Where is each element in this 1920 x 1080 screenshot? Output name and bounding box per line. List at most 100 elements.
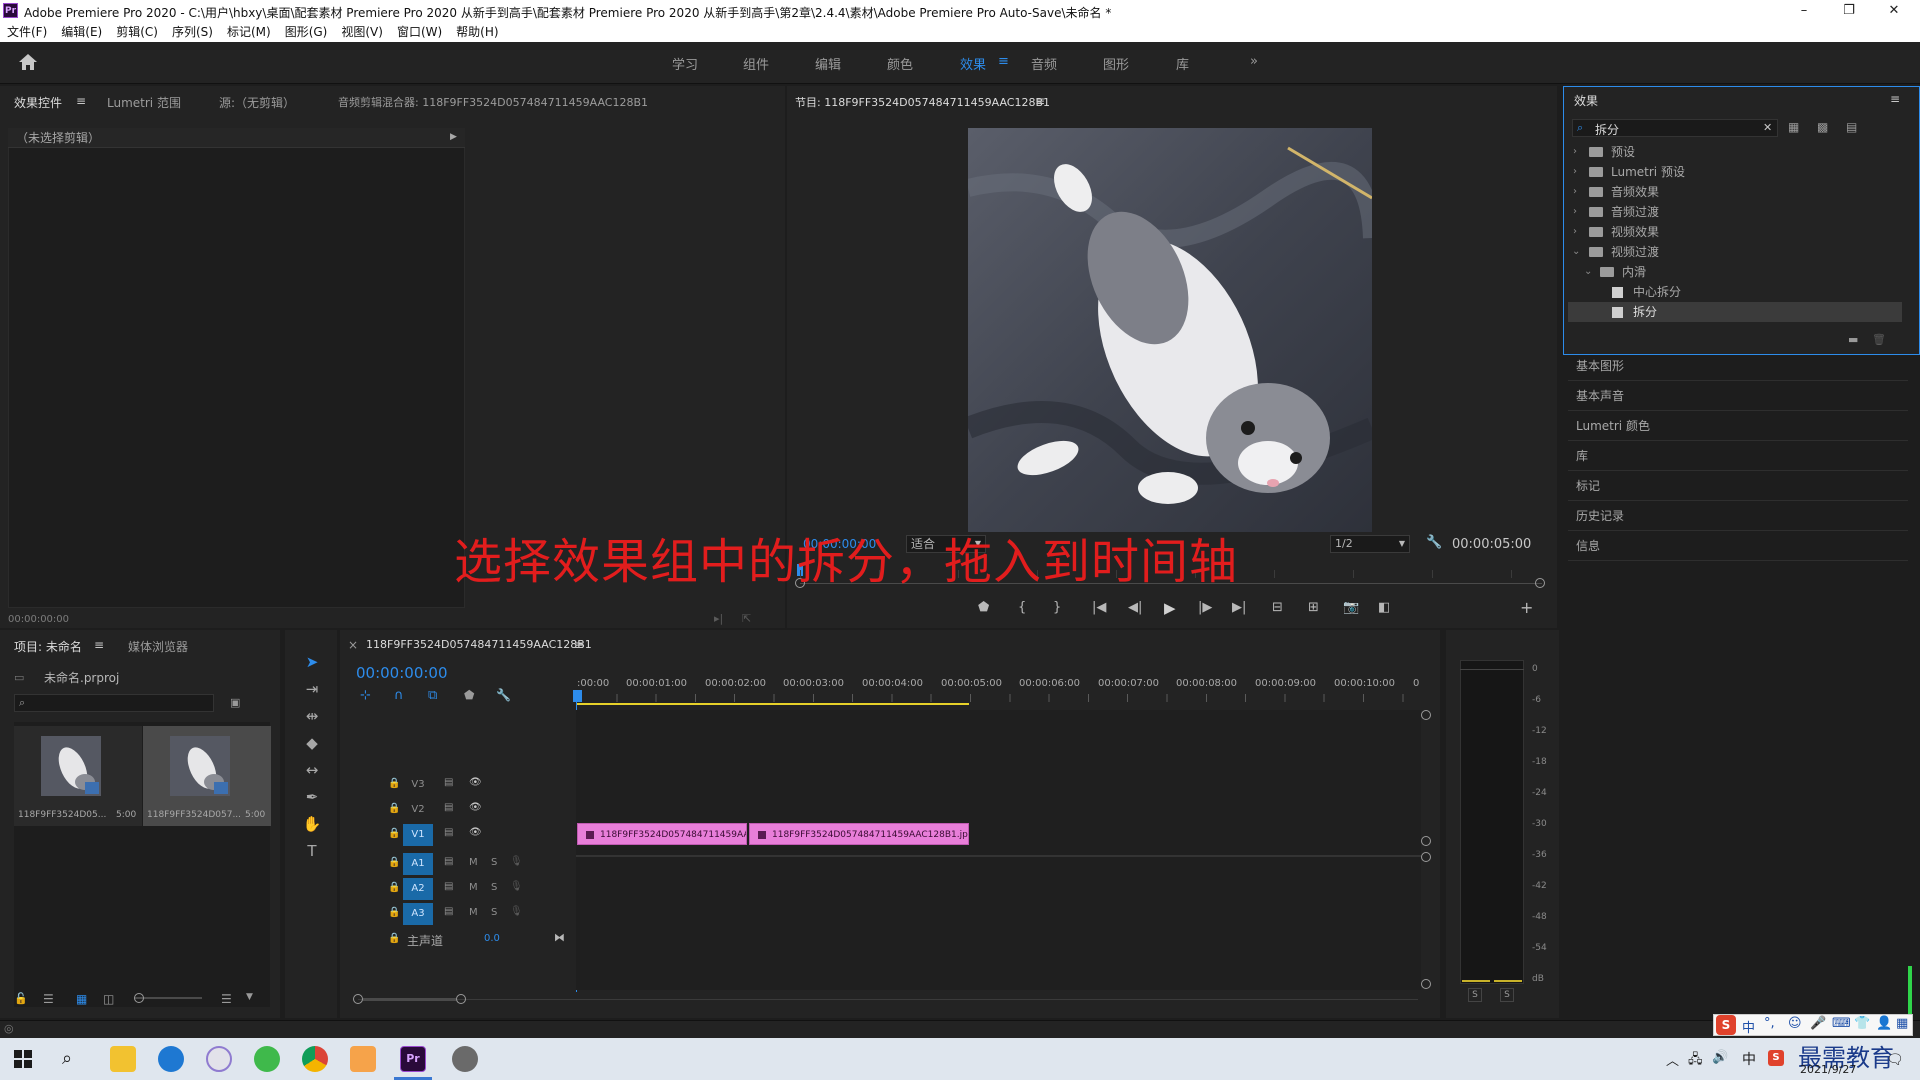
solo-button[interactable]: S — [491, 857, 497, 868]
go-to-in-out-icon[interactable]: ⧓ — [554, 931, 565, 944]
effects-tree-video-effects[interactable]: › 视频效果 — [1568, 222, 1902, 242]
selection-tool-icon[interactable]: ➤ — [302, 652, 322, 672]
sogou-icon[interactable]: S — [1716, 1015, 1736, 1035]
menu-file[interactable]: 文件(F) — [0, 22, 54, 42]
panel-menu-icon[interactable]: ≡ — [76, 94, 86, 108]
freeform-view-icon[interactable]: ◫ — [103, 992, 114, 1006]
solo-left-button[interactable]: S — [1468, 988, 1482, 1002]
work-area-bar[interactable] — [577, 703, 969, 705]
go-to-in-icon[interactable]: |◀ — [1092, 600, 1106, 615]
timeline-timecode[interactable]: 00:00:00:00 — [356, 664, 448, 682]
mute-button[interactable]: M — [469, 882, 478, 893]
app-icon[interactable] — [452, 1046, 478, 1072]
linked-selection-icon[interactable]: ⧉ — [428, 688, 437, 703]
mute-button[interactable]: M — [469, 857, 478, 868]
comparison-view-icon[interactable]: ◧ — [1378, 600, 1390, 615]
toggle-output-eye-icon[interactable]: 👁 — [469, 802, 482, 813]
track-lock-icon[interactable]: 🔒 — [388, 882, 400, 893]
punctuation-icon[interactable]: °, — [1764, 1016, 1775, 1031]
horizontal-scroll-track[interactable] — [358, 999, 1418, 1000]
zoom-scroll-handle-right[interactable] — [456, 994, 466, 1004]
solo-button[interactable]: S — [491, 882, 497, 893]
effects-tree-slide[interactable]: ⌄ 内滑 — [1568, 262, 1902, 282]
hand-tool-icon[interactable]: ✋ — [302, 814, 322, 834]
panel-libraries[interactable]: 库 — [1568, 442, 1908, 471]
effects-tree-split[interactable]: 拆分 — [1568, 302, 1902, 322]
track-name-a3[interactable]: A3 — [403, 903, 433, 925]
delete-icon[interactable]: 🗑 — [1872, 333, 1886, 346]
master-volume-value[interactable]: 0.0 — [484, 933, 500, 944]
menu-sequence[interactable]: 序列(S) — [165, 22, 220, 42]
sync-lock-icon[interactable]: ▤ — [444, 802, 453, 813]
mark-in-icon[interactable]: { — [1018, 600, 1026, 615]
chevron-down-icon[interactable]: ▼ — [246, 992, 253, 1002]
razor-tool-icon[interactable]: ◆ — [302, 733, 322, 753]
menu-markers[interactable]: 标记(M) — [220, 22, 278, 42]
step-back-icon[interactable]: ◀| — [1128, 600, 1142, 615]
timeline-settings-icon[interactable]: 🔧 — [496, 688, 511, 702]
timeline-clip[interactable]: 118F9FF3524D057484711459AAC — [577, 823, 747, 845]
windows-start-icon[interactable] — [14, 1050, 32, 1068]
add-marker-icon[interactable]: ⬟ — [978, 600, 989, 615]
premiere-taskbar-icon[interactable]: Pr — [400, 1046, 426, 1072]
add-button-icon[interactable]: + — [1520, 598, 1533, 617]
ripple-edit-tool-icon[interactable]: ⇹ — [302, 706, 322, 726]
track-name-a1[interactable]: A1 — [403, 853, 433, 875]
menu-clip[interactable]: 剪辑(C) — [109, 22, 165, 42]
track-name-v2[interactable]: V2 — [403, 799, 433, 821]
chrome-icon[interactable] — [302, 1046, 328, 1072]
track-name-v1[interactable]: V1 — [403, 824, 433, 846]
effects-tree-lumetri-presets[interactable]: › Lumetri 预设 — [1568, 162, 1902, 182]
workspace-tab-audio[interactable]: 音频 — [1031, 54, 1057, 73]
track-name-v3[interactable]: V3 — [403, 774, 433, 796]
panel-essential-graphics[interactable]: 基本图形 — [1568, 352, 1908, 381]
extract-icon[interactable]: ⊞ — [1308, 600, 1319, 615]
lift-icon[interactable]: ⊟ — [1272, 600, 1283, 615]
volume-icon[interactable]: 🔊 — [1712, 1050, 1728, 1065]
effects-tree-video-transitions[interactable]: ⌄ 视频过渡 — [1568, 242, 1902, 262]
workspace-menu-icon[interactable]: ≡ — [998, 54, 1009, 69]
tab-source[interactable]: 源:（无剪辑） — [219, 94, 295, 111]
accelerated-effects-icon[interactable]: ▦ — [1788, 120, 1799, 134]
tab-media-browser[interactable]: 媒体浏览器 — [128, 638, 188, 655]
track-lock-icon[interactable]: 🔒 — [388, 907, 400, 918]
sort-icon[interactable]: ☰ — [221, 992, 232, 1006]
step-forward-icon[interactable]: |▶ — [1198, 600, 1212, 615]
menu-help[interactable]: 帮助(H) — [449, 22, 505, 42]
voice-over-mic-icon[interactable]: 🎙 — [510, 906, 523, 917]
workspace-more-icon[interactable]: » — [1250, 54, 1258, 69]
user-icon[interactable]: 👤 — [1876, 1016, 1892, 1031]
resolution-select[interactable]: 1/2 ▼ — [1330, 535, 1410, 553]
32bit-effects-icon[interactable]: ▩ — [1817, 120, 1828, 134]
nest-icon[interactable]: ⊹ — [360, 688, 371, 703]
type-tool-icon[interactable]: T — [302, 841, 322, 861]
ime-mode[interactable]: 中 — [1742, 1017, 1755, 1036]
sync-lock-icon[interactable]: ▤ — [444, 881, 453, 892]
effects-tree-presets[interactable]: › 预设 — [1568, 142, 1902, 162]
voice-over-mic-icon[interactable]: 🎙 — [510, 881, 523, 892]
file-explorer-icon[interactable] — [110, 1046, 136, 1072]
effects-search-field[interactable]: ⌕ 拆分 ✕ — [1572, 119, 1778, 137]
slider-handle[interactable] — [134, 993, 144, 1003]
menu-graphics[interactable]: 图形(G) — [278, 22, 335, 42]
workspace-tab-editing[interactable]: 编辑 — [815, 54, 841, 73]
timeline-menu-icon[interactable]: ≡ — [574, 638, 584, 652]
filter-icon[interactable]: ▸| — [714, 612, 723, 625]
vertical-scroll-handle[interactable] — [1421, 710, 1431, 720]
menu-edit[interactable]: 编辑(E) — [54, 22, 109, 42]
panel-essential-sound[interactable]: 基本声音 — [1568, 382, 1908, 411]
vertical-scroll-handle[interactable] — [1421, 979, 1431, 989]
restore-icon[interactable]: ❐ — [1840, 2, 1858, 20]
workspace-tab-color[interactable]: 颜色 — [887, 54, 913, 73]
go-to-out-icon[interactable]: ▶| — [1232, 600, 1246, 615]
solo-right-button[interactable]: S — [1500, 988, 1514, 1002]
effects-tree-audio-effects[interactable]: › 音频效果 — [1568, 182, 1902, 202]
close-icon[interactable]: ✕ — [1885, 2, 1903, 20]
menu-view[interactable]: 视图(V) — [334, 22, 390, 42]
toolbox-icon[interactable]: ▦ — [1896, 1016, 1908, 1031]
menu-window[interactable]: 窗口(W) — [390, 22, 449, 42]
horizontal-scroll-thumb[interactable] — [363, 998, 456, 1001]
project-item[interactable]: 118F9FF3524D057... 5:00 — [143, 726, 271, 826]
track-lock-icon[interactable]: 🔒 — [388, 803, 400, 814]
panel-info[interactable]: 信息 — [1568, 532, 1908, 561]
